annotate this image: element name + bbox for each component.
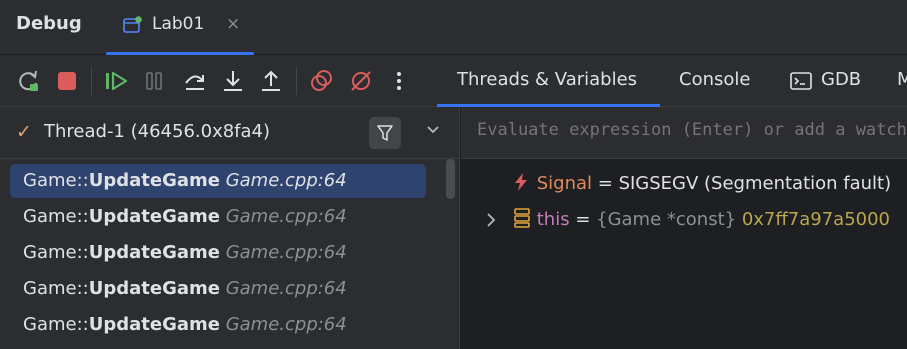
chevron-right-icon[interactable] bbox=[485, 203, 497, 250]
frame-namespace: Game:: bbox=[23, 278, 89, 299]
tab-gdb[interactable]: GDB bbox=[821, 69, 861, 90]
debug-toolbar: Threads & Variables Console GDB M bbox=[0, 55, 907, 107]
toolbar-divider bbox=[296, 67, 297, 95]
frame-item[interactable]: Game::UpdateGame Game.cpp:64 bbox=[10, 200, 426, 234]
variable-name: this bbox=[536, 209, 570, 230]
thread-label: Thread-1 (46456.0x8fa4) bbox=[44, 121, 271, 142]
close-icon[interactable]: × bbox=[226, 14, 240, 34]
mute-breakpoints-icon[interactable] bbox=[349, 69, 373, 93]
frame-item[interactable]: Game::UpdateGame Game.cpp:64 bbox=[10, 308, 426, 342]
step-out-icon[interactable] bbox=[259, 69, 283, 93]
debug-header: Debug Lab01 × bbox=[0, 0, 907, 55]
tab-overflow[interactable]: M bbox=[897, 69, 907, 90]
stop-icon[interactable] bbox=[55, 69, 79, 93]
frame-function: UpdateGame bbox=[88, 314, 220, 335]
variable-row[interactable]: this = {Game *const} 0x7ff7a97a5000 bbox=[461, 203, 907, 237]
check-icon: ✓ bbox=[16, 121, 32, 143]
view-breakpoints-icon[interactable] bbox=[309, 69, 333, 93]
app-window-icon bbox=[123, 16, 142, 33]
resume-icon[interactable] bbox=[104, 69, 128, 93]
frame-function: UpdateGame bbox=[88, 242, 220, 263]
variable-row[interactable]: Signal = SIGSEGV (Segmentation fault) bbox=[511, 167, 891, 201]
rerun-icon[interactable] bbox=[17, 69, 41, 93]
frame-location: Game.cpp:64 bbox=[225, 170, 347, 191]
frame-location: Game.cpp:64 bbox=[225, 242, 347, 263]
scrollbar[interactable] bbox=[446, 159, 455, 199]
frame-namespace: Game:: bbox=[23, 314, 89, 335]
lightning-icon bbox=[515, 173, 527, 191]
step-over-icon[interactable] bbox=[183, 69, 207, 93]
tab-lab01[interactable]: Lab01 × bbox=[106, 0, 254, 55]
variable-equals: = bbox=[592, 173, 619, 194]
variable-equals: = bbox=[569, 209, 597, 230]
more-icon[interactable] bbox=[387, 69, 411, 93]
frame-location: Game.cpp:64 bbox=[225, 206, 347, 227]
frame-function: UpdateGame bbox=[88, 170, 220, 191]
evaluate-bar bbox=[461, 107, 907, 159]
thread-selector[interactable]: ✓ Thread-1 (46456.0x8fa4) bbox=[0, 107, 460, 159]
frame-item[interactable]: Game::UpdateGame Game.cpp:64 bbox=[10, 164, 426, 198]
step-into-icon[interactable] bbox=[221, 69, 245, 93]
frame-namespace: Game:: bbox=[23, 206, 89, 227]
frame-location: Game.cpp:64 bbox=[225, 278, 347, 299]
variable-value: SIGSEGV (Segmentation fault) bbox=[618, 173, 892, 194]
variable-content: this = {Game *const} 0x7ff7a97a5000 bbox=[513, 203, 890, 237]
frame-namespace: Game:: bbox=[23, 170, 89, 191]
frame-function: UpdateGame bbox=[88, 206, 220, 227]
tab-console[interactable]: Console bbox=[679, 69, 750, 90]
toolbar-divider bbox=[91, 67, 92, 95]
filter-icon[interactable] bbox=[369, 117, 401, 149]
frame-function: UpdateGame bbox=[88, 278, 220, 299]
tab-label: Lab01 bbox=[152, 14, 205, 34]
frames-panel: ✓ Thread-1 (46456.0x8fa4) Game::UpdateGa… bbox=[0, 107, 460, 349]
frame-item[interactable]: Game::UpdateGame Game.cpp:64 bbox=[10, 236, 426, 270]
tool-window-title: Debug bbox=[16, 13, 82, 34]
frame-namespace: Game:: bbox=[23, 242, 89, 263]
frame-item[interactable]: Game::UpdateGame Game.cpp:64 bbox=[10, 272, 426, 306]
tab-threads-variables[interactable]: Threads & Variables bbox=[457, 69, 637, 90]
object-icon bbox=[514, 208, 530, 228]
variable-name: Signal bbox=[536, 173, 593, 194]
variable-type: {Game *const} bbox=[596, 209, 737, 230]
chevron-down-icon[interactable] bbox=[425, 122, 441, 143]
variable-value: 0x7ff7a97a5000 bbox=[741, 209, 891, 230]
terminal-icon bbox=[790, 71, 812, 91]
evaluate-expression-input[interactable] bbox=[477, 120, 907, 140]
pause-icon[interactable] bbox=[142, 69, 166, 93]
frame-location: Game.cpp:64 bbox=[225, 314, 347, 335]
variables-panel: Signal = SIGSEGV (Segmentation fault) th… bbox=[461, 107, 907, 349]
